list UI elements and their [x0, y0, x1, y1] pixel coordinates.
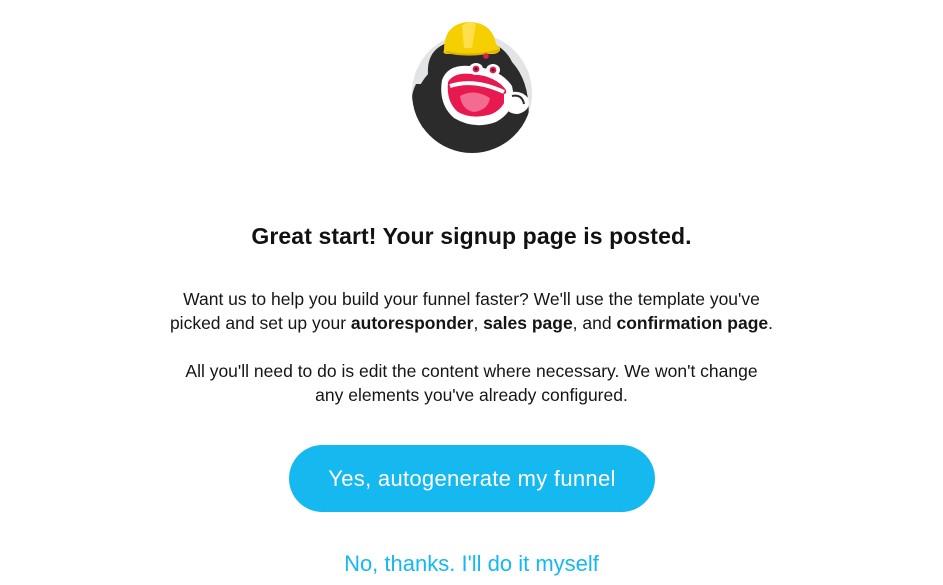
separator-1: , — [473, 313, 484, 333]
modal-title: Great start! Your signup page is posted. — [251, 223, 692, 249]
info-line-1: All you'll need to do is edit the conten… — [185, 361, 758, 381]
sales-page-label: sales page — [483, 313, 573, 333]
intro-paragraph: Want us to help you build your funnel fa… — [0, 287, 943, 335]
separator-2: , and — [572, 313, 617, 333]
autogenerate-funnel-button[interactable]: Yes, autogenerate my funnel — [289, 445, 655, 512]
autogenerate-funnel-modal: Great start! Your signup page is posted.… — [0, 0, 943, 585]
info-paragraph: All you'll need to do is edit the conten… — [0, 359, 943, 407]
intro-period: . — [768, 313, 774, 333]
confirmation-page-label: confirmation page — [616, 313, 769, 333]
info-line-2: any elements you've already configured. — [315, 385, 628, 405]
construction-mascot-icon — [408, 14, 538, 154]
autoresponder-label: autoresponder — [350, 313, 474, 333]
do-it-myself-link[interactable]: No, thanks. I'll do it myself — [0, 549, 943, 579]
intro-line-1: Want us to help you build your funnel fa… — [183, 289, 760, 309]
intro-line-2-text: picked and set up your — [169, 313, 351, 333]
